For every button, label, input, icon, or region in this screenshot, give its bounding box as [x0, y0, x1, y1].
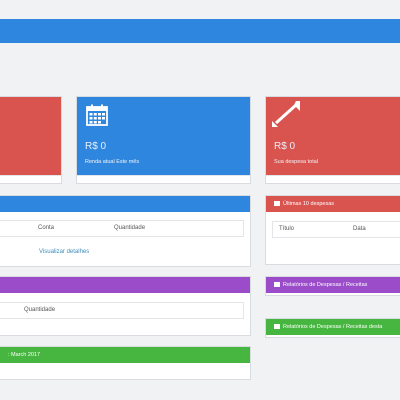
bar-chart-icon — [274, 282, 280, 288]
bar-chart-icon — [274, 324, 280, 330]
stat-card-income[interactable]: R$ 0 Renda atual Este mês — [76, 96, 251, 184]
top-navbar — [0, 19, 400, 43]
expand-arrows-icon — [272, 101, 300, 127]
last-expenses-header-row: Título Data — [272, 221, 400, 238]
income-table-panel: Conta Quantidade Visualizar detalhes — [0, 195, 251, 267]
report-panel-2[interactable]: Relatórios de Despesas / Receitas desta — [265, 318, 400, 338]
report-panel-2-header: Relatórios de Despesas / Receitas desta — [266, 319, 400, 335]
report-panel-1[interactable]: Relatórios de Despesas / Receitas — [265, 276, 400, 296]
last-expenses-header: Últimas 10 despesas — [266, 196, 400, 212]
column-header-conta: Conta — [38, 225, 55, 231]
column-header-data: Data — [353, 226, 366, 232]
stat-card-expense-body: R$ 0 Sua despesa total — [266, 97, 400, 179]
stat-card-left-body — [0, 97, 61, 179]
expense-value: R$ 0 — [274, 141, 296, 152]
stat-card-expense-footer — [266, 175, 400, 183]
column-header-quantidade: Quantidade — [24, 307, 56, 313]
income-table-header-row: Conta Quantidade — [0, 220, 244, 237]
green-panel-title: : March 2017 — [8, 352, 41, 358]
stat-card-left[interactable] — [0, 96, 62, 184]
report-panel-1-title: Relatórios de Despesas / Receitas — [283, 282, 368, 288]
green-panel: : March 2017 — [0, 346, 251, 380]
stat-card-expense[interactable]: R$ 0 Sua despesa total — [265, 96, 400, 184]
last-expenses-title: Últimas 10 despesas — [283, 201, 335, 207]
stat-card-income-footer — [77, 175, 250, 183]
income-label: Renda atual Este mês — [85, 159, 140, 165]
purple-table-panel: Quantidade — [0, 276, 251, 336]
last-expenses-panel: Últimas 10 despesas Título Data — [265, 195, 400, 265]
report-panel-2-title: Relatórios de Despesas / Receitas desta — [283, 324, 383, 330]
view-details-link[interactable]: Visualizar detalhes — [39, 249, 89, 255]
calendar-icon — [86, 104, 108, 126]
stat-card-income-body: R$ 0 Renda atual Este mês — [77, 97, 250, 179]
green-panel-header: : March 2017 — [0, 347, 250, 363]
stat-card-left-footer — [0, 175, 61, 183]
income-table-header — [0, 196, 250, 212]
income-value: R$ 0 — [85, 141, 107, 152]
column-header-titulo: Título — [279, 226, 295, 232]
purple-table-header — [0, 277, 250, 293]
bar-chart-icon — [274, 201, 280, 207]
purple-table-header-row: Quantidade — [0, 302, 244, 319]
column-header-quantidade: Quantidade — [114, 225, 146, 231]
expense-label: Sua despesa total — [274, 159, 319, 165]
report-panel-1-header: Relatórios de Despesas / Receitas — [266, 277, 400, 293]
